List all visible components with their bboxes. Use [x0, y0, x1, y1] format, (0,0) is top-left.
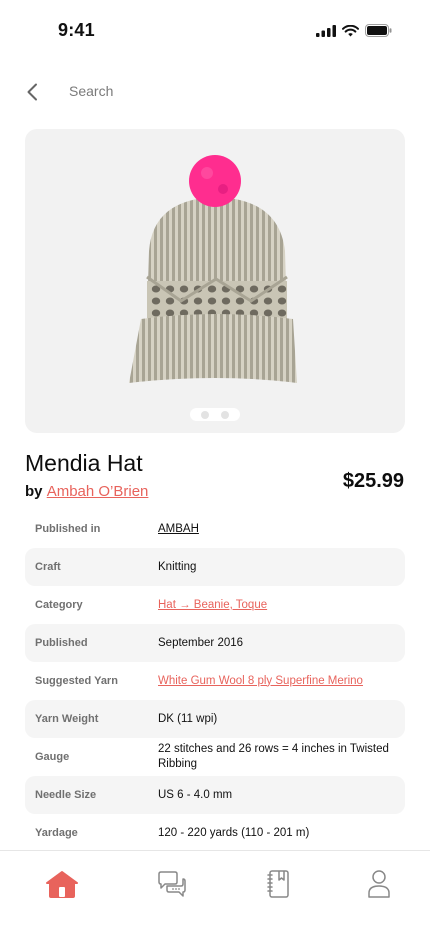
home-icon [46, 871, 78, 898]
detail-row-gauge: Gauge 22 stitches and 26 rows = 4 inches… [25, 738, 405, 776]
pattern-details: Published in AMBAH Craft Knitting Catego… [25, 510, 405, 852]
product-price: $25.99 [342, 470, 404, 492]
knit-hat-image [129, 155, 297, 383]
detail-row-published-in: Published in AMBAH [25, 510, 405, 548]
tab-home[interactable] [42, 867, 82, 901]
detail-value: 120 - 220 yards (110 - 201 m) [158, 826, 310, 839]
status-icons [316, 24, 392, 37]
detail-label: Craft [35, 561, 61, 573]
profile-icon [368, 870, 390, 898]
detail-value: DK (11 wpi) [158, 712, 218, 725]
chat-icon [158, 871, 186, 897]
cellular-signal-icon [316, 24, 336, 37]
detail-row-yardage: Yardage 120 - 220 yards (110 - 201 m) [25, 814, 405, 852]
back-button[interactable] [18, 78, 46, 106]
nav-bar: Search [0, 74, 430, 110]
tab-profile[interactable] [359, 867, 399, 901]
category-link[interactable]: Hat → Beanie, Toque [158, 598, 398, 613]
tab-messages[interactable] [152, 867, 192, 901]
product-title: Mendia Hat [25, 450, 143, 476]
detail-value: US 6 - 4.0 mm [158, 788, 233, 801]
notebook-icon [267, 870, 289, 898]
product-image-gallery[interactable] [25, 129, 405, 433]
detail-label: Published in [35, 523, 101, 535]
wifi-icon [342, 24, 359, 36]
detail-label: Published [35, 637, 88, 649]
suggested-yarn-link[interactable]: White Gum Wool 8 ply Superfine Merino [158, 674, 398, 689]
detail-row-published: Published September 2016 [25, 624, 405, 662]
detail-value: 22 stitches and 26 rows = 4 inches in Tw… [158, 743, 389, 770]
byline-prefix: by [25, 483, 43, 500]
battery-icon [365, 24, 392, 37]
detail-label: Yarn Weight [35, 713, 99, 725]
detail-row-craft: Craft Knitting [25, 548, 405, 586]
back-to-search-label[interactable]: Search [69, 83, 113, 99]
bottom-tab-bar [0, 850, 430, 931]
detail-label: Yardage [35, 827, 78, 839]
detail-value: September 2016 [158, 636, 244, 649]
detail-row-category: Category Hat → Beanie, Toque [25, 586, 405, 624]
status-bar: 9:41 [0, 0, 430, 64]
detail-value: Knitting [158, 560, 197, 573]
detail-label: Gauge [35, 751, 70, 763]
detail-label: Category [35, 599, 83, 611]
detail-label: Suggested Yarn [35, 675, 118, 687]
detail-row-needle-size: Needle Size US 6 - 4.0 mm [25, 776, 405, 814]
gallery-pager[interactable] [190, 408, 240, 421]
detail-row-yarn-weight: Yarn Weight DK (11 wpi) [25, 700, 405, 738]
pager-dot[interactable] [201, 410, 209, 419]
status-time: 9:41 [58, 20, 95, 40]
chevron-left-icon [27, 83, 37, 101]
pager-dot[interactable] [221, 410, 229, 419]
tab-notebook[interactable] [258, 867, 298, 901]
publisher-link[interactable]: AMBAH [158, 522, 398, 537]
byline: by Ambah O’Brien [25, 483, 148, 500]
detail-row-suggested-yarn: Suggested Yarn White Gum Wool 8 ply Supe… [25, 662, 405, 700]
detail-label: Needle Size [35, 789, 97, 801]
author-link[interactable]: Ambah O’Brien [47, 483, 149, 500]
